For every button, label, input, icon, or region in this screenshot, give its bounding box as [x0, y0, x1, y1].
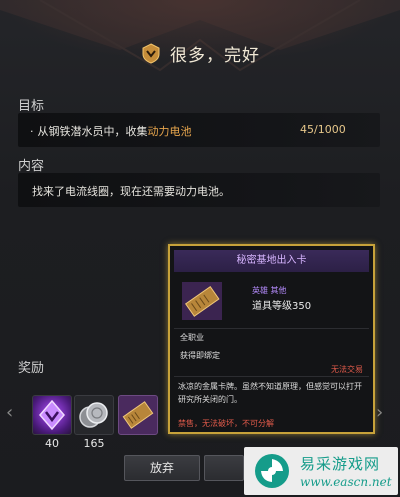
watermark-url: www.eascn.net	[300, 475, 392, 489]
quest-emblem-icon	[142, 43, 160, 64]
objective-highlight: 动力电池	[147, 125, 192, 138]
objective-bullet: ·	[30, 125, 34, 138]
silver-coin-icon	[79, 402, 108, 428]
card-item-icon	[122, 401, 154, 429]
chevron-left-icon[interactable]: ‹	[6, 402, 13, 423]
objective-text: · 从钢铁潜水员中，收集动力电池	[30, 123, 192, 139]
objective-progress: 45/1000	[300, 123, 346, 136]
reward-slot-card[interactable]	[118, 395, 158, 435]
tooltip-divider	[174, 376, 369, 377]
objective-label: 目标	[18, 99, 45, 114]
quest-title-bar: 很多，完好	[0, 38, 400, 68]
reward-count-coin: 165	[83, 437, 105, 450]
reward-count-crystal: 40	[45, 437, 59, 450]
purple-crystal-icon	[39, 399, 65, 431]
secondary-button[interactable]	[204, 455, 244, 481]
content-label: 内容	[18, 159, 45, 174]
item-tooltip: 秘密基地出入卡 英雄 其他 道具等级350 全职业 获得即绑定 无法交易 冰凉的…	[168, 244, 375, 434]
tooltip-grade: 英雄 其他	[252, 286, 287, 295]
reward-slot-coin[interactable]	[74, 395, 114, 435]
tooltip-divider	[174, 328, 369, 329]
tooltip-trade: 无法交易	[331, 365, 363, 374]
access-card-icon	[182, 282, 222, 320]
site-watermark: 易采游戏网 www.eascn.net	[244, 447, 398, 495]
objective-prefix: 从钢铁潜水员中，收集	[37, 125, 148, 138]
reward-slot-crystal[interactable]	[32, 395, 72, 435]
abandon-button[interactable]: 放弃	[124, 455, 200, 481]
watermark-name: 易采游戏网	[300, 455, 381, 473]
chevron-right-icon[interactable]: ›	[376, 402, 383, 423]
quest-title: 很多，完好	[170, 45, 260, 66]
tooltip-class: 全职业	[180, 333, 204, 342]
content-text: 找来了电流线圈，现在还需要动力电池。	[32, 185, 230, 198]
tooltip-title: 秘密基地出入卡	[174, 250, 369, 272]
rewards-label: 奖励	[18, 361, 45, 376]
tooltip-footer: 禁售，无法破坏，不可分解	[178, 419, 274, 428]
site-logo-icon	[255, 454, 289, 488]
tooltip-bind: 获得即绑定	[180, 351, 220, 360]
tooltip-description: 冰凉的金属卡牌。虽然不知道原理，但感觉可以打开研究所关闭的门。	[178, 382, 362, 404]
tooltip-item-level: 道具等级350	[252, 301, 312, 312]
